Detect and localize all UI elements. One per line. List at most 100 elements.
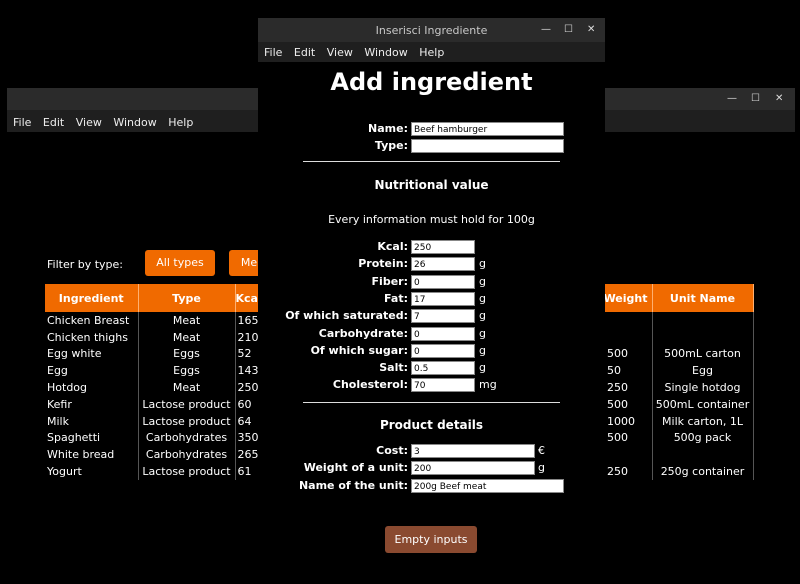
table-row[interactable]: 500 500g pack — [603, 429, 754, 447]
ingredients-table-left: Ingredient Type Kca Chicken Breast Meat 16… — [45, 284, 262, 480]
nutrient-unit: g — [479, 257, 486, 271]
nutrient-field[interactable]: 250 — [411, 240, 475, 254]
table-row[interactable]: Kefir Lactose product 60 — [45, 395, 262, 413]
type-field[interactable] — [411, 139, 564, 153]
cell-weight — [603, 312, 653, 329]
menu-view[interactable]: View — [76, 116, 102, 129]
table-row[interactable]: Egg white Eggs 52 — [45, 345, 262, 363]
nutrient-field[interactable]: 17 — [411, 291, 475, 306]
menu-window[interactable]: Window — [113, 116, 156, 129]
nutrient-label: Cholesterol: — [332, 378, 408, 392]
nutrient-unit: g — [479, 361, 486, 375]
divider — [303, 161, 560, 162]
cell-weight: 1000 — [603, 412, 653, 430]
filter-label: Filter by type: — [47, 258, 124, 271]
menu-window[interactable]: Window — [364, 46, 407, 59]
table-row[interactable]: 250 Single hotdog — [603, 379, 754, 396]
table-row[interactable]: 500 500mL container — [603, 395, 754, 413]
table-row[interactable]: 50 Egg — [603, 362, 754, 380]
nutrient-label: Carbohydrate: — [318, 326, 408, 340]
table-row[interactable]: Hotdog Meat 250 — [45, 379, 262, 396]
table-row[interactable]: Milk Lactose product 64 — [45, 412, 262, 430]
weight-field[interactable]: 200 — [411, 461, 535, 475]
cell-weight: 250 — [603, 463, 653, 480]
table-row[interactable]: Egg Eggs 143 — [45, 362, 262, 380]
cost-field[interactable]: 3 — [411, 444, 535, 458]
name-field[interactable]: Beef hamburger — [411, 122, 564, 136]
cell-weight: 500 — [603, 429, 653, 447]
menu-view[interactable]: View — [327, 46, 353, 59]
table-row[interactable]: Chicken thighs Meat 210 — [45, 328, 262, 346]
menu-edit[interactable]: Edit — [294, 46, 315, 59]
table-row[interactable]: Chicken Breast Meat 165 — [45, 312, 262, 329]
table-row[interactable]: Yogurt Lactose product 61 — [45, 463, 262, 480]
table-row[interactable]: Spaghetti Carbohydrates 350 — [45, 429, 262, 447]
page-title: Add ingredient — [330, 68, 533, 96]
cell-ingredient: Milk — [45, 412, 139, 430]
ingredients-table-right: Weight Unit Name 500 500mL carton 50 Egg 250… — [603, 284, 754, 480]
table-row[interactable] — [603, 312, 754, 329]
table-row[interactable]: 1000 Milk carton, 1L — [603, 412, 754, 430]
cell-type: Carbohydrates — [138, 446, 236, 464]
col-type[interactable]: Type — [138, 284, 236, 312]
nutrient-label: Kcal: — [377, 240, 408, 253]
dialog-menubar: File Edit View Window Help — [258, 42, 605, 62]
cell-weight — [603, 446, 653, 464]
cell-unit-name: 500mL container — [652, 395, 754, 413]
cell-ingredient: White bread — [45, 446, 139, 464]
nutrient-field[interactable]: 70 — [411, 378, 475, 393]
dialog-title: Inserisci Ingrediente — [375, 24, 488, 37]
table-row[interactable]: 250 250g container — [603, 463, 754, 480]
nutrient-field[interactable]: 26 — [411, 257, 475, 272]
menu-help[interactable]: Help — [419, 46, 444, 59]
unit-name-field[interactable]: 200g Beef meat — [411, 479, 564, 493]
menu-file[interactable]: File — [264, 46, 282, 59]
cell-unit-name — [652, 328, 754, 346]
table-row[interactable]: 500 500mL carton — [603, 345, 754, 363]
cell-weight — [603, 328, 653, 346]
col-ingredient[interactable]: Ingredient — [45, 284, 139, 312]
empty-inputs-button[interactable]: Empty inputs — [385, 526, 477, 553]
nutrient-field[interactable]: 0 — [411, 274, 475, 289]
cell-weight: 500 — [603, 395, 653, 413]
table-row[interactable] — [603, 328, 754, 346]
minimize-icon[interactable]: — — [727, 93, 737, 104]
nutrient-unit: mg — [479, 378, 497, 392]
menu-edit[interactable]: Edit — [43, 116, 64, 129]
cell-unit-name: Single hotdog — [652, 379, 754, 396]
cell-unit-name: 500mL carton — [652, 345, 754, 363]
cell-weight: 50 — [603, 362, 653, 380]
cell-weight: 500 — [603, 345, 653, 363]
close-icon[interactable]: ✕ — [587, 24, 595, 35]
col-weight[interactable]: Weight — [603, 284, 653, 312]
maximize-icon[interactable]: ☐ — [564, 24, 573, 35]
nutrient-field[interactable]: 0.5 — [411, 361, 475, 376]
col-unit-name[interactable]: Unit Name — [652, 284, 754, 312]
add-ingredient-dialog: Inserisci Ingrediente — ☐ ✕ File Edit Vi… — [258, 18, 605, 584]
cell-unit-name: Egg — [652, 362, 754, 380]
cell-unit-name: 500g pack — [652, 429, 754, 447]
filter-all-types-button[interactable]: All types — [145, 250, 215, 276]
nutrient-field[interactable]: 7 — [411, 309, 475, 324]
nutrient-unit: g — [479, 343, 486, 357]
cell-unit-name: 250g container — [652, 463, 754, 480]
nutrient-field[interactable]: 0 — [411, 326, 475, 341]
cost-unit: € — [538, 444, 545, 457]
nutrient-unit: g — [479, 274, 486, 288]
dialog-titlebar[interactable]: Inserisci Ingrediente — ☐ ✕ — [258, 18, 605, 42]
unit-name-label: Name of the unit: — [298, 479, 408, 492]
cell-ingredient: Egg white — [45, 345, 139, 363]
nutrient-field[interactable]: 0 — [411, 343, 475, 358]
menu-file[interactable]: File — [13, 116, 31, 129]
divider — [303, 402, 560, 403]
table-row[interactable] — [603, 446, 754, 464]
cell-type: Lactose product — [138, 412, 236, 430]
cell-ingredient: Hotdog — [45, 379, 139, 396]
table-row[interactable]: White bread Carbohydrates 265 — [45, 446, 262, 464]
minimize-icon[interactable]: — — [541, 24, 551, 35]
close-icon[interactable]: ✕ — [775, 93, 783, 104]
menu-help[interactable]: Help — [168, 116, 193, 129]
nutrient-unit: g — [479, 291, 486, 305]
maximize-icon[interactable]: ☐ — [751, 93, 760, 104]
nutrient-label: Protein: — [358, 257, 408, 271]
